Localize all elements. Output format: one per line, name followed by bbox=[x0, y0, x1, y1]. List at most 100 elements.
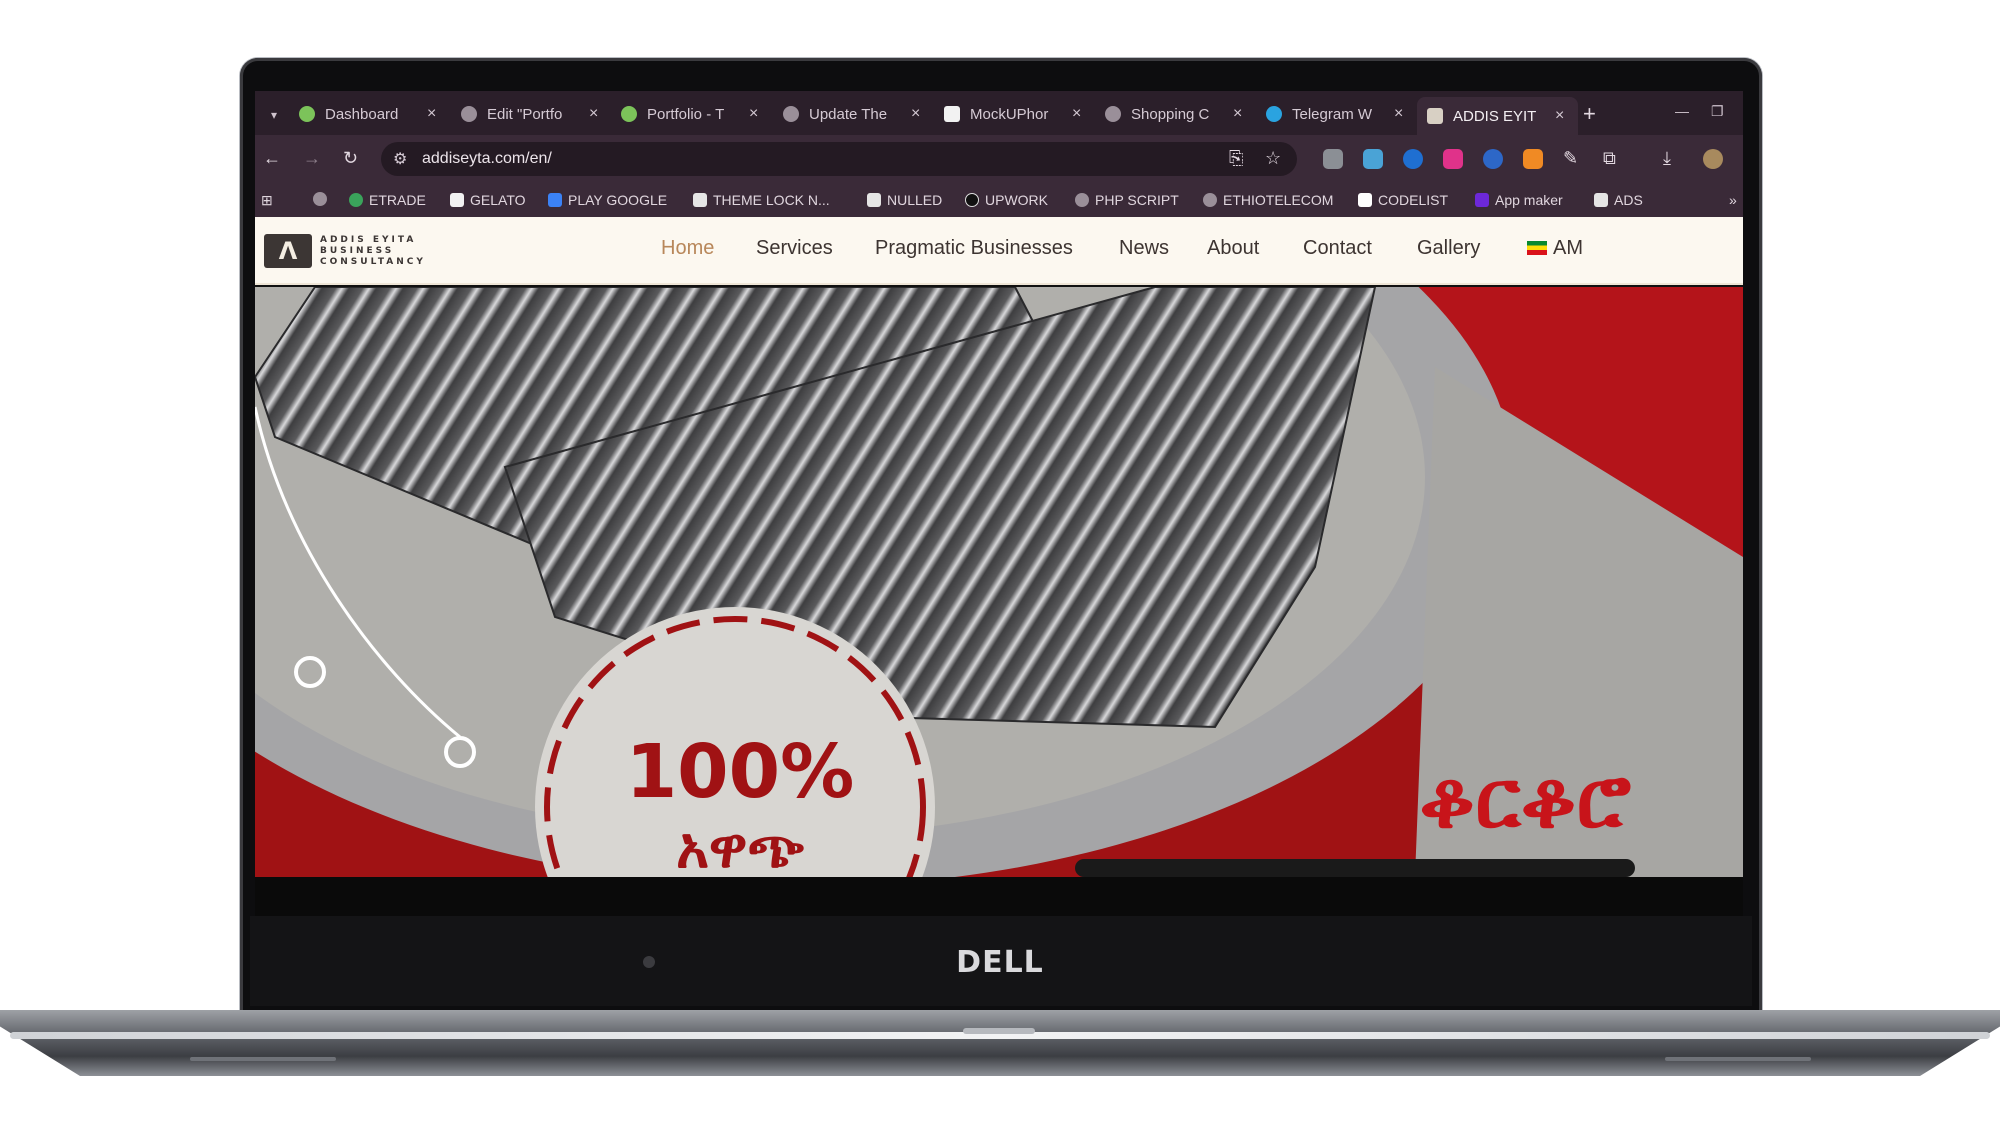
nav-home[interactable]: Home bbox=[661, 237, 714, 260]
hero-banner: 100% አዋጭ ቆርቆሮ bbox=[255, 287, 1743, 877]
address-bar[interactable]: ⚙ addiseyta.com/en/ ⎘ ☆ bbox=[381, 142, 1297, 176]
theme-icon bbox=[693, 193, 707, 207]
nav-news[interactable]: News bbox=[1119, 237, 1169, 260]
tab-mockuphone[interactable]: MockUPhor × bbox=[944, 99, 1081, 129]
webcam-icon bbox=[643, 956, 655, 968]
eyedropper-icon[interactable]: ✎ bbox=[1563, 148, 1578, 169]
tab-telegram[interactable]: Telegram W × bbox=[1266, 99, 1403, 129]
addis-icon bbox=[1427, 108, 1443, 124]
install-app-icon[interactable]: ⎘ bbox=[1229, 148, 1243, 169]
globe-icon bbox=[461, 106, 477, 122]
bookmark-label: GELATO bbox=[470, 192, 526, 208]
language-label: AM bbox=[1553, 237, 1583, 259]
nav-contact[interactable]: Contact bbox=[1303, 237, 1372, 260]
shield-extension-icon[interactable] bbox=[1323, 149, 1343, 169]
bookmark-play-google[interactable]: PLAY GOOGLE bbox=[548, 192, 667, 208]
tab-dashboard[interactable]: Dashboard × bbox=[299, 99, 436, 129]
bookmark-star-icon[interactable]: ☆ bbox=[1265, 148, 1281, 169]
logo-line-1: ADDIS EYITA bbox=[320, 235, 417, 245]
tab-label: MockUPhor bbox=[970, 105, 1049, 123]
site-logo-mark[interactable]: Λ bbox=[264, 234, 312, 268]
bookmark-codelist[interactable]: CODELIST bbox=[1358, 192, 1448, 208]
translate-extension-icon[interactable] bbox=[1363, 149, 1383, 169]
close-icon[interactable]: × bbox=[1233, 105, 1242, 123]
tab-shopping-cart[interactable]: Shopping C × bbox=[1105, 99, 1242, 129]
video-extension-icon[interactable] bbox=[1443, 149, 1463, 169]
bookmark-ethiotelecom[interactable]: ETHIOTELECOM bbox=[1203, 192, 1333, 208]
bookmarks-bar: ⊞ ETRADE GELATO PLAY GOOGLE THEME LOCK N… bbox=[255, 183, 1743, 217]
bookmark-label: ETRADE bbox=[369, 192, 426, 208]
close-icon[interactable]: × bbox=[749, 105, 758, 123]
close-icon[interactable]: × bbox=[911, 105, 920, 123]
close-icon[interactable]: × bbox=[589, 105, 598, 123]
apps-grid-icon[interactable]: ⊞ bbox=[261, 192, 273, 209]
globe-icon bbox=[1075, 193, 1089, 207]
bookmark-gelato[interactable]: GELATO bbox=[450, 192, 526, 208]
tab-label: Edit "Portfo bbox=[487, 105, 563, 123]
tab-edit-portfolio[interactable]: Edit "Portfo × bbox=[461, 99, 598, 129]
bookmark-php-script[interactable]: PHP SCRIPT bbox=[1075, 192, 1179, 208]
nav-services[interactable]: Services bbox=[756, 237, 833, 260]
extensions-puzzle-icon[interactable]: ⧉ bbox=[1603, 148, 1616, 169]
browser-toolbar: ← → ↻ ⚙ addiseyta.com/en/ ⎘ ☆ ✎ ⧉ ⤓ bbox=[255, 135, 1743, 183]
stack-icon bbox=[299, 106, 315, 122]
bookmark-nulled[interactable]: NULLED bbox=[867, 192, 942, 208]
hero-headline-amharic: ቆርቆሮ bbox=[1419, 752, 1631, 847]
close-icon[interactable]: × bbox=[1072, 105, 1081, 123]
bookmark-upwork[interactable]: UPWORK bbox=[965, 192, 1048, 208]
site-settings-icon[interactable]: ⚙ bbox=[393, 149, 407, 169]
tab-update-theme[interactable]: Update The × bbox=[783, 99, 920, 129]
nav-gallery[interactable]: Gallery bbox=[1417, 237, 1480, 260]
back-icon[interactable]: ← bbox=[263, 148, 281, 169]
bookmark-label: UPWORK bbox=[985, 192, 1048, 208]
laptop-brand-logo: DELL bbox=[956, 945, 1044, 980]
close-icon[interactable]: × bbox=[1394, 105, 1403, 123]
site-logo-text[interactable]: ADDIS EYITA BUSINESS CONSULTANCY bbox=[320, 235, 426, 268]
circle-extension-icon[interactable] bbox=[1403, 149, 1423, 169]
tab-label: Telegram W bbox=[1292, 105, 1373, 123]
globe-icon bbox=[783, 106, 799, 122]
bookmark-ads[interactable]: ADS bbox=[1594, 192, 1643, 208]
etrade-icon bbox=[349, 193, 363, 207]
globe-icon bbox=[1105, 106, 1121, 122]
laptop-screen: ▾ Dashboard × Edit "Portfo × Portfolio -… bbox=[255, 91, 1743, 916]
download-icon[interactable]: ⤓ bbox=[1663, 148, 1671, 169]
bookmark-app-maker[interactable]: App maker bbox=[1475, 192, 1563, 208]
site-header: Λ ADDIS EYITA BUSINESS CONSULTANCY Home … bbox=[255, 217, 1743, 283]
browser-tab-strip: ▾ Dashboard × Edit "Portfo × Portfolio -… bbox=[255, 91, 1743, 135]
bookmark-etrade[interactable]: ETRADE bbox=[349, 192, 426, 208]
bookmark-label: PLAY GOOGLE bbox=[568, 192, 668, 208]
tab-addis-eyita[interactable]: ADDIS EYIT × bbox=[1417, 97, 1579, 135]
tab-label: ADDIS EYIT bbox=[1453, 107, 1537, 125]
forward-icon[interactable]: → bbox=[303, 148, 321, 169]
address-url[interactable]: addiseyta.com/en/ bbox=[422, 150, 552, 168]
minimize-icon[interactable]: — bbox=[1675, 103, 1689, 119]
close-icon[interactable]: × bbox=[1555, 107, 1564, 125]
tab-label: Portfolio - T bbox=[647, 105, 725, 123]
reload-icon[interactable]: ↻ bbox=[343, 148, 358, 169]
nav-language-am[interactable]: AM bbox=[1527, 237, 1583, 260]
bookmark-theme-lock[interactable]: THEME LOCK N... bbox=[693, 192, 830, 208]
nav-pragmatic-businesses[interactable]: Pragmatic Businesses bbox=[875, 237, 1073, 260]
tab-portfolio[interactable]: Portfolio - T × bbox=[621, 99, 758, 129]
nulled-icon bbox=[867, 193, 881, 207]
laptop-base bbox=[0, 1010, 2000, 1076]
profile-avatar[interactable] bbox=[1703, 149, 1723, 169]
close-icon[interactable]: × bbox=[427, 105, 436, 123]
bookmark-label: ADS bbox=[1614, 192, 1643, 208]
ethiopia-flag-icon bbox=[1527, 241, 1547, 255]
bookmark-globe[interactable] bbox=[313, 192, 333, 206]
restore-icon[interactable]: ❐ bbox=[1711, 103, 1724, 120]
more-bookmarks-chevron-icon[interactable]: » bbox=[1729, 192, 1737, 208]
pencil-extension-icon[interactable] bbox=[1523, 149, 1543, 169]
play-icon bbox=[548, 193, 562, 207]
screen-bottom-strip bbox=[255, 877, 1743, 916]
new-tab-button[interactable]: + bbox=[1583, 101, 1596, 127]
bookmark-label: PHP SCRIPT bbox=[1095, 192, 1179, 208]
telegram-icon bbox=[1266, 106, 1282, 122]
wordpress-icon[interactable] bbox=[1483, 149, 1503, 169]
nav-about[interactable]: About bbox=[1207, 237, 1259, 260]
logo-line-3: CONSULTANCY bbox=[320, 257, 426, 267]
tab-search-chevron-icon[interactable]: ▾ bbox=[261, 103, 287, 127]
hero-illustration: 100% አዋጭ ቆርቆሮ bbox=[255, 287, 1743, 877]
